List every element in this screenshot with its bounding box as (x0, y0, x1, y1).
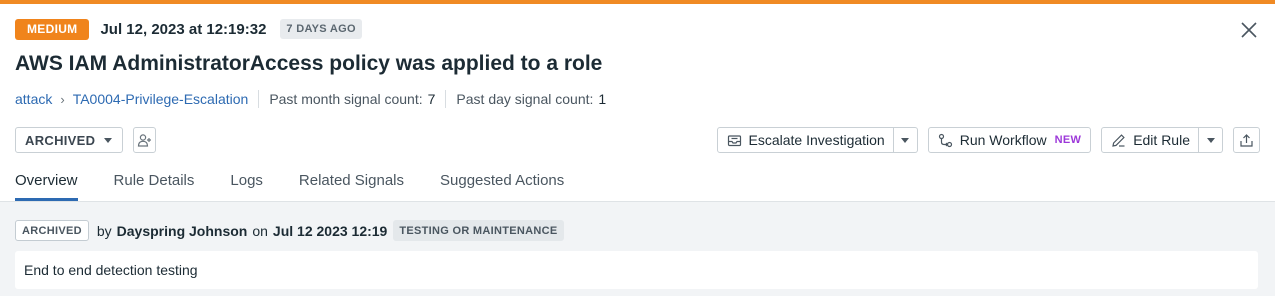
action-toolbar: Escalate Investigation Run Workflow NEW (716, 127, 1260, 153)
edit-rule-options-dropdown[interactable] (1199, 127, 1223, 153)
edit-rule-label: Edit Rule (1133, 132, 1190, 148)
day-count-label: Past day signal count: (456, 91, 594, 107)
edit-rule-button[interactable]: Edit Rule (1101, 127, 1199, 153)
escalate-split-button: Escalate Investigation (716, 127, 918, 153)
archive-by-text: by (96, 222, 112, 239)
add-user-icon (138, 133, 152, 147)
signal-tabs: Overview Rule Details Logs Related Signa… (15, 169, 564, 201)
tab-related-signals[interactable]: Related Signals (299, 169, 404, 201)
signal-meta: attack › TA0004-Privilege-Escalation Pas… (15, 89, 606, 109)
escalate-investigation-label: Escalate Investigation (748, 132, 885, 148)
tab-suggested-actions[interactable]: Suggested Actions (440, 169, 564, 201)
archive-on-text: on (252, 222, 268, 239)
month-count-value: 7 (427, 91, 436, 107)
page-title: AWS IAM AdministratorAccess policy was a… (15, 52, 603, 75)
close-icon (1241, 22, 1257, 38)
signal-age-badge: 7 DAYS AGO (280, 19, 362, 39)
close-button[interactable] (1239, 20, 1259, 40)
run-workflow-label: Run Workflow (959, 132, 1047, 148)
tab-overview[interactable]: Overview (15, 169, 78, 201)
triage-toolbar: ARCHIVED (15, 127, 157, 153)
tab-logs[interactable]: Logs (230, 169, 263, 201)
new-badge: NEW (1054, 134, 1082, 146)
tab-rule-details[interactable]: Rule Details (114, 169, 195, 201)
breadcrumb-separator-icon: › (60, 91, 65, 107)
chevron-down-icon (104, 137, 113, 143)
severity-badge: MEDIUM (15, 18, 90, 40)
export-button[interactable] (1233, 127, 1260, 153)
inbox-icon (727, 133, 742, 148)
divider (445, 90, 447, 108)
chevron-down-icon (901, 137, 910, 143)
divider (258, 90, 260, 108)
run-workflow-button[interactable]: Run Workflow NEW (927, 127, 1092, 153)
archive-reason-badge: TESTING OR MAINTENANCE (393, 220, 564, 241)
month-count-label: Past month signal count: (269, 91, 423, 107)
archived-status-chip: ARCHIVED (15, 220, 89, 241)
export-icon (1240, 133, 1253, 147)
pencil-icon (1111, 133, 1126, 148)
day-count-value: 1 (598, 91, 607, 107)
chevron-down-icon (1206, 137, 1215, 143)
breadcrumb-technique-link[interactable]: TA0004-Privilege-Escalation (73, 91, 249, 107)
archive-comment: End to end detection testing (15, 251, 1258, 289)
assign-user-button[interactable] (133, 127, 157, 153)
workflow-icon (938, 133, 953, 148)
escalate-investigation-button[interactable]: Escalate Investigation (716, 127, 894, 153)
status-dropdown[interactable]: ARCHIVED (15, 127, 124, 153)
signal-datetime: Jul 12, 2023 at 12:19:32 (100, 20, 267, 38)
edit-rule-split-button: Edit Rule (1101, 127, 1223, 153)
archive-status-line: ARCHIVED by Dayspring Johnson on Jul 12 … (15, 220, 564, 241)
signal-summary-row: MEDIUM Jul 12, 2023 at 12:19:32 7 DAYS A… (15, 18, 362, 40)
status-dropdown-label: ARCHIVED (25, 132, 96, 148)
breadcrumb-tactic-link[interactable]: attack (15, 91, 52, 107)
archive-user-name: Dayspring Johnson (116, 222, 248, 239)
archive-date: Jul 12 2023 12:19 (272, 222, 388, 239)
signal-header: MEDIUM Jul 12, 2023 at 12:19:32 7 DAYS A… (0, 4, 1275, 201)
overview-panel: ARCHIVED by Dayspring Johnson on Jul 12 … (0, 201, 1275, 296)
escalate-options-dropdown[interactable] (893, 127, 918, 153)
